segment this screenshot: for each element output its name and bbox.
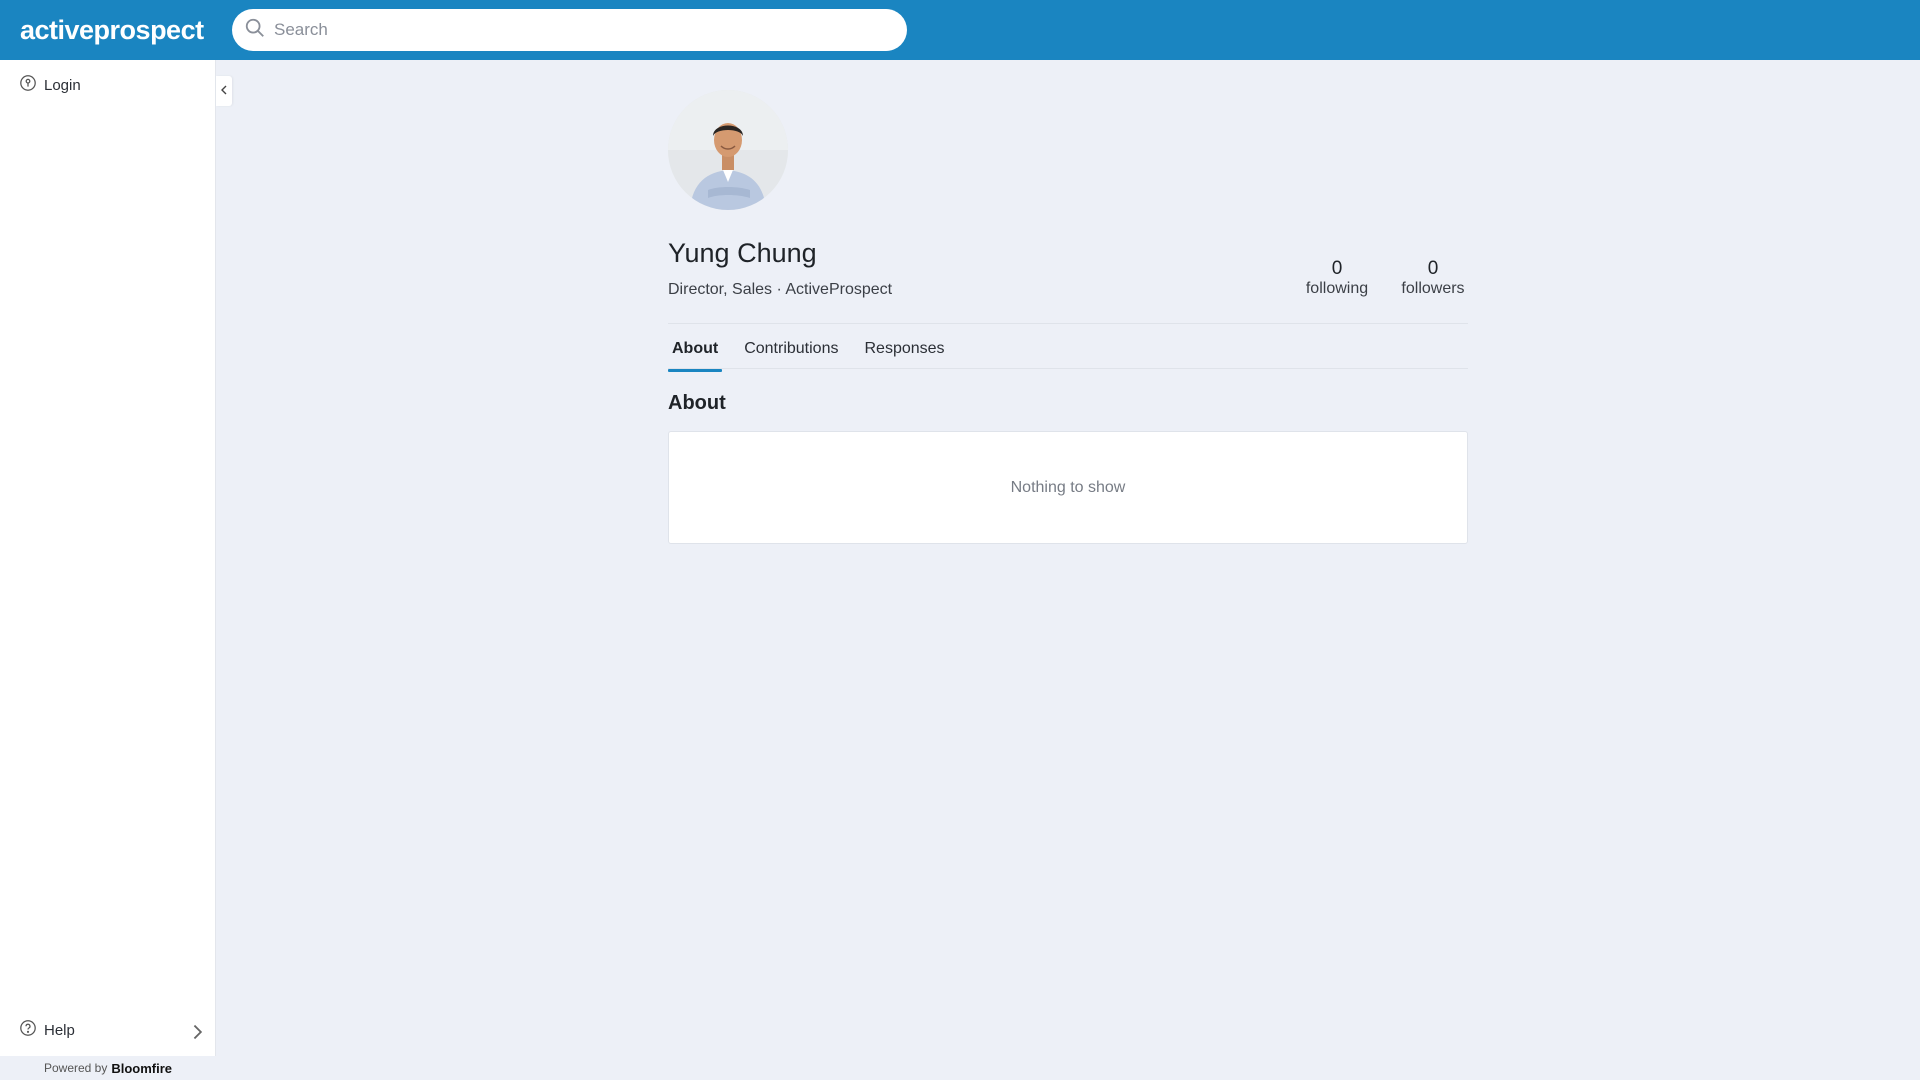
sidebar-item-login[interactable]: Login [0,66,216,104]
following-stat[interactable]: 0 following [1302,258,1372,298]
chevron-left-icon [219,82,229,100]
search-input[interactable] [274,20,874,40]
tab-about[interactable]: About [668,340,723,372]
tab-contributions[interactable]: Contributions [740,340,842,368]
tab-responses[interactable]: Responses [860,340,948,368]
followers-stat[interactable]: 0 followers [1398,258,1468,298]
profile-stats: 0 following 0 followers [1302,258,1468,298]
sidebar: Login Help Powered by Bloomfire [0,60,216,1080]
profile-main: Yung Chung Director, Sales · ActiveProsp… [668,90,1468,544]
search-icon [244,17,266,44]
profile-tabs: About Contributions Responses [668,340,967,372]
tabs-divider [668,368,1468,369]
powered-by-prefix: Powered by [43,1061,108,1075]
followers-label: followers [1401,280,1465,297]
following-count: 0 [1331,258,1343,279]
about-empty-card: Nothing to show [668,431,1468,544]
search-bar[interactable] [232,9,907,51]
avatar-photo [668,90,788,210]
following-label: following [1305,280,1369,297]
sidebar-item-label: Login [44,76,81,94]
avatar [668,90,788,210]
powered-by-brand[interactable]: Bloomfire [111,1061,172,1076]
followers-count: 0 [1427,258,1439,279]
empty-state-text: Nothing to show [1010,478,1126,496]
sidebar-item-label: Help [44,1021,75,1039]
brand-logo[interactable]: activeprospect [20,10,204,50]
help-icon [19,1019,44,1041]
sidebar-item-help[interactable]: Help [0,1011,216,1049]
powered-by-footer: Powered by Bloomfire [0,1056,216,1080]
top-bar: activeprospect [0,0,1920,60]
login-icon [19,74,44,96]
chevron-right-icon [188,1023,203,1040]
brand-logo-text: activeprospect [20,14,204,45]
sidebar-collapse-button[interactable] [216,76,232,106]
about-heading: About [668,392,726,414]
header-divider [668,323,1468,324]
